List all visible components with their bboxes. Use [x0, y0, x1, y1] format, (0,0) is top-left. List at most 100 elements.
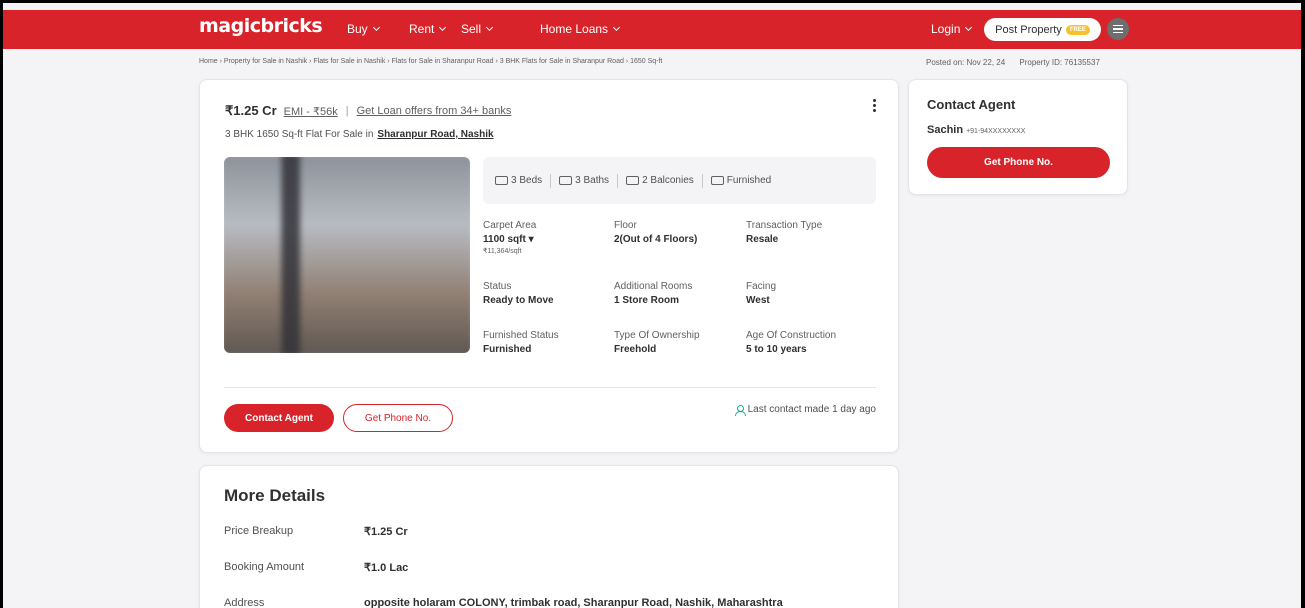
property-id: Property ID: 76135537: [1019, 58, 1100, 67]
detail-value: ₹1.0 Lac: [364, 562, 409, 574]
fact-transaction-type: Transaction Type Resale: [746, 220, 822, 245]
more-options-icon[interactable]: [873, 99, 876, 112]
amenity-furnished: Furnished: [710, 175, 772, 186]
agent-phone: +91-94XXXXXXXX: [966, 128, 1026, 135]
fact-value: 5 to 10 years: [746, 344, 807, 355]
fact-facing: Facing West: [746, 281, 776, 306]
page: magicbricks Buy Rent Sell Home Loans Log…: [3, 3, 1301, 608]
chevron-down-icon: [372, 23, 380, 32]
chevron-down-icon: [439, 23, 447, 32]
fact-label: Additional Rooms: [614, 281, 693, 292]
fact-value: Ready to Move: [483, 295, 554, 306]
top-navbar: magicbricks Buy Rent Sell Home Loans Log…: [3, 10, 1301, 49]
fact-age-of-construction: Age Of Construction 5 to 10 years: [746, 330, 836, 355]
more-details-heading: More Details: [224, 486, 326, 505]
bed-icon: [495, 176, 508, 185]
login-dropdown[interactable]: Login: [931, 22, 973, 36]
amenity-label: 2 Balconies: [642, 175, 694, 186]
nav-label: Sell: [461, 22, 482, 36]
listing-price: ₹1.25 Cr: [225, 103, 277, 118]
property-photo[interactable]: [224, 157, 470, 353]
fact-label: Floor: [614, 220, 637, 231]
amenity-label: 3 Beds: [511, 175, 543, 186]
detail-value: opposite holaram COLONY, trimbak road, S…: [364, 597, 783, 608]
nav-label: Home Loans: [540, 22, 609, 36]
fact-value: 2(Out of 4 Floors): [614, 234, 698, 245]
get-phone-button-sidebar[interactable]: Get Phone No.: [927, 147, 1110, 178]
post-property-label: Post Property: [995, 23, 1062, 36]
divider: [550, 173, 552, 188]
listing-card: ₹1.25 Cr EMI - ₹56k | Get Loan offers fr…: [199, 79, 899, 453]
get-phone-button[interactable]: Get Phone No.: [343, 404, 453, 432]
detail-row-price-breakup: Price Breakup ₹1.25 Cr: [224, 525, 408, 538]
post-property-button[interactable]: Post Property FREE: [984, 18, 1101, 41]
posted-date: Posted on: Nov 22, 24: [926, 58, 1006, 67]
fact-label: Furnished Status: [483, 330, 559, 341]
hamburger-menu-icon[interactable]: [1107, 18, 1129, 40]
divider: [617, 173, 619, 188]
amenity-balconies: 2 Balconies: [626, 175, 694, 186]
nav-rent[interactable]: Rent: [409, 22, 447, 36]
contact-agent-button[interactable]: Contact Agent: [224, 404, 334, 432]
listing-title-text: 3 BHK 1650 Sq-ft Flat For Sale in: [225, 129, 374, 140]
nav-buy[interactable]: Buy: [347, 22, 380, 36]
listing-title: 3 BHK 1650 Sq-ft Flat For Sale in Sharanp…: [225, 129, 494, 140]
divider: [701, 173, 703, 188]
contact-card-heading: Contact Agent: [927, 97, 1016, 112]
emi-link[interactable]: EMI - ₹56k: [284, 105, 338, 118]
chevron-down-icon: [613, 23, 621, 32]
magicbricks-logo[interactable]: magicbricks: [199, 15, 323, 37]
fact-furnished-status: Furnished Status Furnished: [483, 330, 559, 355]
fact-carpet-area: Carpet Area 1100 sqft ▾ ₹11,364/sqft: [483, 220, 536, 255]
fact-label: Transaction Type: [746, 220, 823, 231]
detail-key: Booking Amount: [224, 561, 305, 573]
last-contact-info: Last contact made 1 day ago: [734, 404, 876, 416]
breadcrumb[interactable]: Home › Property for Sale in Nashik › Fla…: [199, 58, 662, 65]
detail-value: ₹1.25 Cr: [364, 526, 408, 538]
separator: |: [345, 105, 349, 117]
fact-label: Age Of Construction: [746, 330, 837, 341]
listing-meta: Posted on: Nov 22, 24 Property ID: 76135…: [926, 58, 1100, 67]
detail-row-booking-amount: Booking Amount ₹1.0 Lac: [224, 561, 408, 574]
balcony-icon: [626, 176, 640, 185]
fact-label: Status: [483, 281, 512, 292]
fact-value: Freehold: [614, 344, 657, 355]
amenity-label: 3 Baths: [575, 175, 610, 186]
price-row: ₹1.25 Cr EMI - ₹56k | Get Loan offers fr…: [225, 103, 511, 119]
amenity-baths: 3 Baths: [559, 175, 609, 186]
login-label: Login: [931, 22, 961, 36]
detail-key: Price Breakup: [224, 525, 294, 537]
fact-label: Facing: [746, 281, 777, 292]
fact-subvalue: ₹11,364/sqft: [483, 248, 522, 255]
person-icon: [734, 404, 746, 416]
last-contact-text: Last contact made 1 day ago: [747, 404, 876, 415]
detail-row-address: Address opposite holaram COLONY, trimbak…: [224, 597, 783, 608]
fact-floor: Floor 2(Out of 4 Floors): [614, 220, 697, 245]
fact-value: 1 Store Room: [614, 295, 680, 306]
fact-additional-rooms: Additional Rooms 1 Store Room: [614, 281, 692, 306]
nav-sell[interactable]: Sell: [461, 22, 494, 36]
agent-info: Sachin +91-94XXXXXXXX: [927, 124, 1025, 136]
fact-value[interactable]: 1100 sqft ▾: [483, 234, 536, 245]
location-link[interactable]: Sharanpur Road, Nashik: [377, 129, 493, 140]
loan-offers-link[interactable]: Get Loan offers from 34+ banks: [357, 105, 512, 117]
more-details-card: More Details Price Breakup ₹1.25 Cr Book…: [199, 465, 899, 608]
nav-label: Rent: [409, 22, 435, 36]
nav-home-loans[interactable]: Home Loans: [540, 22, 621, 36]
amenities-bar: 3 Beds 3 Baths 2 Balconies Furnished: [483, 157, 876, 204]
furniture-icon: [710, 176, 724, 185]
amenity-label: Furnished: [726, 175, 772, 186]
contact-agent-card: Contact Agent Sachin +91-94XXXXXXXX Get P…: [908, 79, 1128, 195]
bath-icon: [559, 176, 573, 185]
detail-key: Address: [224, 597, 265, 608]
fact-ownership: Type Of Ownership Freehold: [614, 330, 700, 355]
divider: [224, 387, 876, 388]
chevron-down-icon: [485, 23, 494, 32]
property-photo-blur: [224, 157, 470, 353]
fact-value: West: [746, 295, 770, 306]
amenity-beds: 3 Beds: [495, 175, 542, 186]
fact-status: Status Ready to Move: [483, 281, 554, 306]
fact-label: Type Of Ownership: [614, 330, 700, 341]
fact-value: Furnished: [483, 344, 532, 355]
fact-label: Carpet Area: [483, 220, 537, 231]
